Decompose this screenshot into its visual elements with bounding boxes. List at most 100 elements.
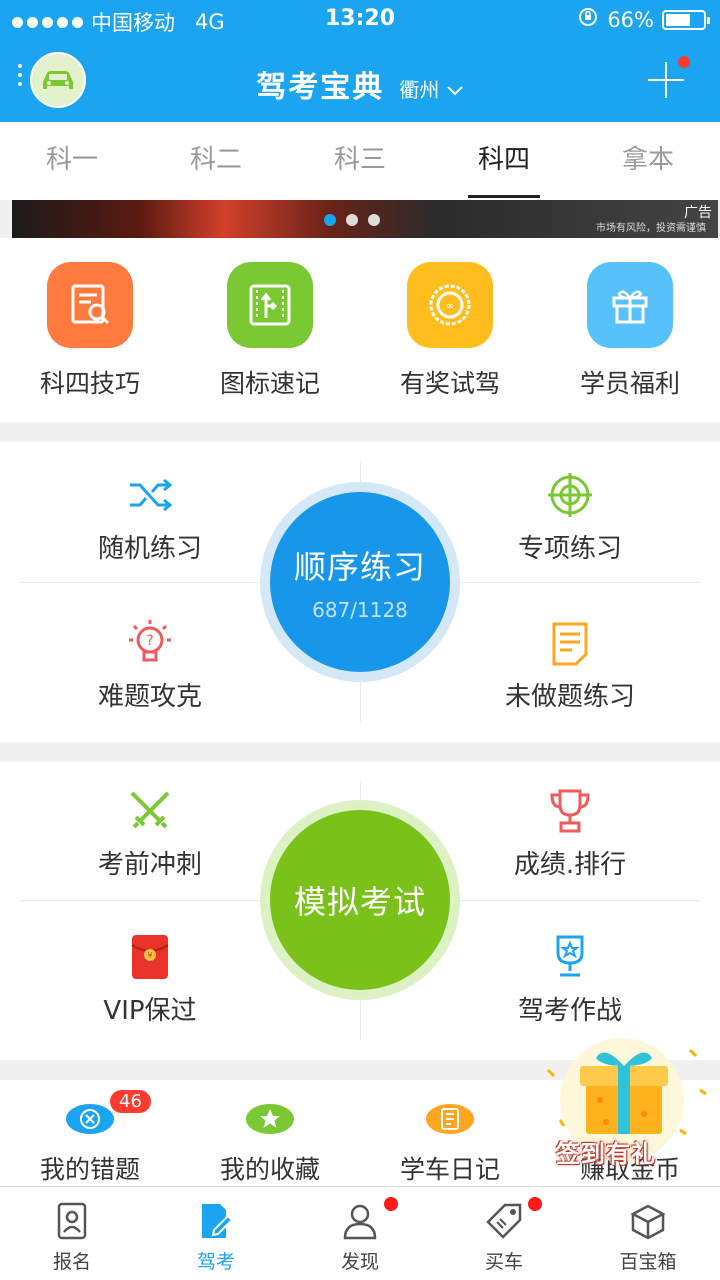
- notification-dot: [678, 56, 690, 68]
- app-name: 驾考宝典: [256, 70, 385, 105]
- battery-icon: [662, 9, 710, 30]
- mock-exam-button[interactable]: 模拟考试: [260, 800, 460, 1000]
- driving-diary[interactable]: 学车日记: [360, 1080, 540, 1186]
- tab-subject-4[interactable]: 科四: [432, 122, 576, 200]
- tab-subject-2[interactable]: 科二: [144, 122, 288, 200]
- chevron-down-icon: [447, 86, 463, 96]
- cup-icon: [420, 932, 720, 982]
- undone-practice-label: 未做题练习: [504, 682, 635, 712]
- checkin-gift-button[interactable]: 签到有礼: [540, 1030, 710, 1170]
- city-selector[interactable]: 衢州: [399, 78, 463, 102]
- gift-icon: [587, 262, 673, 348]
- lightbulb-icon: ?: [0, 618, 300, 668]
- tab-subject-1[interactable]: 科一: [0, 122, 144, 200]
- quick-entries: 科四技巧 图标速记 ∞ 有奖试驾 学员福利: [0, 238, 720, 422]
- crossed-swords-icon: [0, 786, 300, 836]
- ranking[interactable]: 成绩.排行: [420, 786, 720, 881]
- quick-item-tips[interactable]: 科四技巧: [0, 238, 180, 422]
- target-icon: [420, 470, 720, 520]
- shortcut-label: 我的收藏: [219, 1155, 320, 1184]
- nav-row: 驾考宝典 衢州: [0, 40, 720, 122]
- practice-panel: 随机练习 专项练习 ? 难题攻克 未做题练习 顺序练习 687/1128: [0, 442, 720, 742]
- tabbar-label: 报名: [52, 1251, 91, 1273]
- person-icon: [340, 1201, 380, 1241]
- sprint-practice[interactable]: 考前冲刺: [0, 786, 300, 881]
- edit-doc-icon: [196, 1201, 236, 1241]
- tabbar-label: 驾考: [196, 1251, 235, 1273]
- notepad-icon: [420, 618, 720, 668]
- discover-dot: [384, 1197, 398, 1211]
- sequence-progress: 687/1128: [312, 598, 408, 622]
- sprint-label: 考前冲刺: [97, 850, 202, 880]
- shortcut-label: 学车日记: [399, 1155, 500, 1184]
- quick-label: 科四技巧: [39, 369, 140, 398]
- undone-practice[interactable]: 未做题练习: [420, 618, 720, 713]
- id-card-icon: [52, 1201, 92, 1241]
- special-practice[interactable]: 专项练习: [420, 470, 720, 565]
- star-icon: [246, 1104, 294, 1134]
- battery-percent: 66%: [607, 7, 654, 32]
- tab-subject-3[interactable]: 科三: [288, 122, 432, 200]
- tabbar-item-exam[interactable]: 驾考: [144, 1187, 288, 1280]
- trophy-icon: [420, 786, 720, 836]
- svg-text:¥: ¥: [147, 951, 152, 960]
- svg-text:?: ?: [146, 633, 153, 649]
- wrong-count-badge: 46: [110, 1090, 151, 1113]
- quick-label: 图标速记: [219, 369, 320, 398]
- svg-text:∞: ∞: [446, 301, 454, 312]
- tabbar-item-toolbox[interactable]: 百宝箱: [576, 1187, 720, 1280]
- battle-label: 驾考作战: [517, 996, 622, 1026]
- random-practice[interactable]: 随机练习: [0, 470, 300, 565]
- tabbar-label: 买车: [484, 1251, 523, 1273]
- subject-tabs: 科一 科二 科三 科四 拿本: [0, 122, 720, 200]
- city-name: 衢州: [399, 78, 440, 102]
- sequence-practice-button[interactable]: 顺序练习 687/1128: [260, 482, 460, 682]
- app-title[interactable]: 驾考宝典 衢州: [0, 62, 720, 106]
- difficult-practice[interactable]: ? 难题攻克: [0, 618, 300, 713]
- tabbar-label: 发现: [340, 1251, 379, 1273]
- box-icon: [628, 1201, 668, 1241]
- add-button[interactable]: [648, 56, 690, 98]
- quick-label: 有奖试驾: [399, 369, 500, 398]
- quick-label: 学员福利: [579, 369, 680, 398]
- random-practice-label: 随机练习: [97, 534, 202, 564]
- quick-item-signs[interactable]: 图标速记: [180, 238, 360, 422]
- checkin-gift-label: 签到有礼: [556, 1140, 656, 1168]
- rotation-lock-icon: [577, 6, 599, 33]
- tab-get-license[interactable]: 拿本: [576, 122, 720, 200]
- ad-note: 市场有风险，投资需谨慎: [596, 223, 706, 234]
- ad-banner[interactable]: 广告 市场有风险，投资需谨慎: [12, 200, 718, 238]
- tabbar-item-buy-car[interactable]: 买车: [432, 1187, 576, 1280]
- quick-item-test-drive[interactable]: ∞ 有奖试驾: [360, 238, 540, 422]
- exam-panel: 考前冲刺 成绩.排行 ¥ VIP保过 驾考作战 模拟考试: [0, 762, 720, 1060]
- close-circle-icon: [66, 1104, 114, 1134]
- battery-info: 66%: [577, 6, 710, 33]
- tag-icon: [484, 1201, 524, 1241]
- steering-wheel-icon: ∞: [407, 262, 493, 348]
- shuffle-icon: [0, 470, 300, 520]
- my-favorites[interactable]: 我的收藏: [180, 1080, 360, 1186]
- special-practice-label: 专项练习: [517, 534, 622, 564]
- buy-car-dot: [528, 1197, 542, 1211]
- ranking-label: 成绩.排行: [513, 850, 627, 880]
- tabbar-item-signup[interactable]: 报名: [0, 1187, 144, 1280]
- vip-label: VIP保过: [103, 996, 197, 1026]
- quick-item-welfare[interactable]: 学员福利: [540, 238, 720, 422]
- exam-battle[interactable]: 驾考作战: [420, 932, 720, 1027]
- sequence-practice-label: 顺序练习: [293, 548, 426, 586]
- vip-pass[interactable]: ¥ VIP保过: [0, 932, 300, 1027]
- red-envelope-icon: ¥: [0, 932, 300, 982]
- my-wrong-questions[interactable]: 46 我的错题: [0, 1080, 180, 1186]
- banner-pager: [324, 214, 380, 226]
- magnify-doc-icon: [47, 262, 133, 348]
- tabbar-item-discover[interactable]: 发现: [288, 1187, 432, 1280]
- shortcut-label: 我的错题: [39, 1155, 140, 1184]
- status-bar: 中国移动 4G 13:20 66%: [0, 0, 720, 40]
- diary-icon: [426, 1104, 474, 1134]
- top-bar: 中国移动 4G 13:20 66% 驾考宝典 衢州: [0, 0, 720, 122]
- difficult-practice-label: 难题攻克: [97, 682, 202, 712]
- tabbar-label: 百宝箱: [619, 1251, 677, 1273]
- battery-level: [666, 13, 690, 26]
- mock-exam-label: 模拟考试: [293, 883, 426, 921]
- bottom-tab-bar: 报名 驾考 发现 买车 百宝箱: [0, 1186, 720, 1280]
